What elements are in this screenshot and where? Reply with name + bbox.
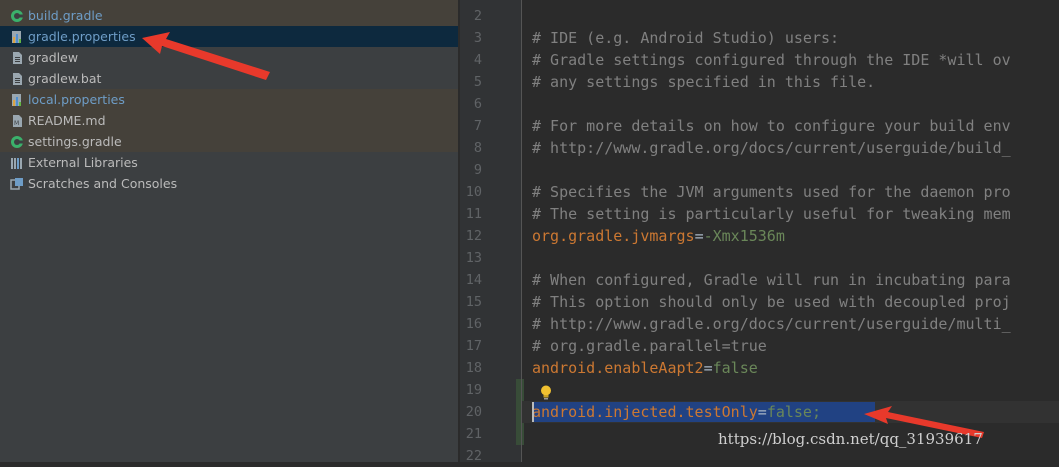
libraries-icon [10, 155, 24, 169]
code-line: # Gradle settings configured through the… [532, 51, 1011, 69]
tree-item[interactable]: M README.md [0, 110, 458, 131]
tree-item-label: build.gradle [28, 8, 103, 23]
line-number: 5 [473, 74, 482, 90]
annotation-arrow-gradle-properties [142, 32, 270, 80]
property-equals: = [757, 403, 767, 421]
line-number: 11 [465, 206, 482, 222]
tree-item[interactable]: build.gradle [0, 5, 458, 26]
code-line: # When configured, Gradle will run in in… [532, 271, 1011, 289]
code-line: android.injected.testOnly=false; [532, 401, 821, 423]
property-value: false; [766, 403, 821, 421]
tree-item[interactable]: External Libraries [0, 152, 458, 173]
property-equals: = [694, 227, 704, 245]
line-number: 9 [473, 162, 482, 178]
code-line: # IDE (e.g. Android Studio) users: [532, 29, 840, 47]
tree-item-label: gradlew.bat [28, 71, 102, 86]
property-key: android.injected.testOnly [532, 403, 758, 421]
line-number: 6 [473, 96, 482, 112]
code-line: # Specifies the JVM arguments used for t… [532, 183, 1011, 201]
file-icon [10, 50, 24, 64]
line-number: 14 [465, 272, 482, 288]
line-number: 13 [465, 250, 482, 266]
line-number: 10 [465, 184, 482, 200]
tree-item-label: External Libraries [28, 155, 138, 170]
code-line: # For more details on how to configure y… [532, 117, 1011, 135]
line-number: 3 [473, 30, 482, 46]
code-line: # This option should only be used with d… [532, 293, 1011, 311]
properties-file-icon [10, 29, 24, 43]
line-number: 18 [465, 360, 482, 376]
tree-item[interactable]: local.properties [0, 89, 458, 110]
property-value: false [712, 359, 758, 377]
line-number: 7 [473, 118, 482, 134]
properties-file-icon [10, 92, 24, 106]
code-editor[interactable]: # IDE (e.g. Android Studio) users: # Grad… [522, 0, 1059, 462]
code-line: # any settings specified in this file. [532, 73, 876, 91]
line-number: 8 [473, 140, 482, 156]
gradle-icon [10, 134, 24, 148]
tree-item[interactable]: Scratches and Consoles [0, 173, 458, 194]
tree-item-label: settings.gradle [28, 134, 122, 149]
code-line: # http://www.gradle.org/docs/current/use… [532, 315, 1011, 333]
svg-text:M: M [14, 120, 19, 127]
file-icon [10, 71, 24, 85]
code-line: # org.gradle.parallel=true [532, 337, 767, 355]
line-number: 21 [465, 426, 482, 442]
tree-item[interactable]: settings.gradle [0, 131, 458, 152]
property-value: -Xmx1536m [703, 227, 785, 245]
line-number: 15 [465, 294, 482, 310]
watermark-text: https://blog.csdn.net/qq_31939617 [718, 430, 983, 448]
property-key: org.gradle.jvmargs [532, 227, 695, 245]
line-number: 4 [473, 52, 482, 68]
property-key: android.enableAapt2 [532, 359, 704, 377]
line-number: 12 [465, 228, 482, 244]
line-number: 16 [465, 316, 482, 332]
gradle-icon [10, 8, 24, 22]
tree-item-label: gradlew [28, 50, 79, 65]
tree-item-label: local.properties [28, 92, 125, 107]
line-number: 17 [465, 338, 482, 354]
tree-item-label: README.md [28, 113, 106, 128]
text-caret [532, 402, 534, 422]
code-line: android.enableAapt2=false [532, 357, 758, 379]
tree-item-label: Scratches and Consoles [28, 176, 178, 191]
property-equals: = [703, 359, 713, 377]
tree-item-label: gradle.properties [28, 29, 136, 44]
line-number: 22 [465, 448, 482, 464]
code-line: org.gradle.jvmargs=-Xmx1536m [532, 225, 785, 247]
line-number: 2 [473, 8, 482, 24]
code-line: # The setting is particularly useful for… [532, 205, 1011, 223]
lightbulb-icon[interactable] [539, 384, 553, 402]
scratches-icon [10, 176, 24, 190]
line-number: 19 [465, 382, 482, 398]
markdown-file-icon: M [10, 113, 24, 127]
line-number: 20 [465, 404, 482, 420]
code-line: # http://www.gradle.org/docs/current/use… [532, 139, 1011, 157]
